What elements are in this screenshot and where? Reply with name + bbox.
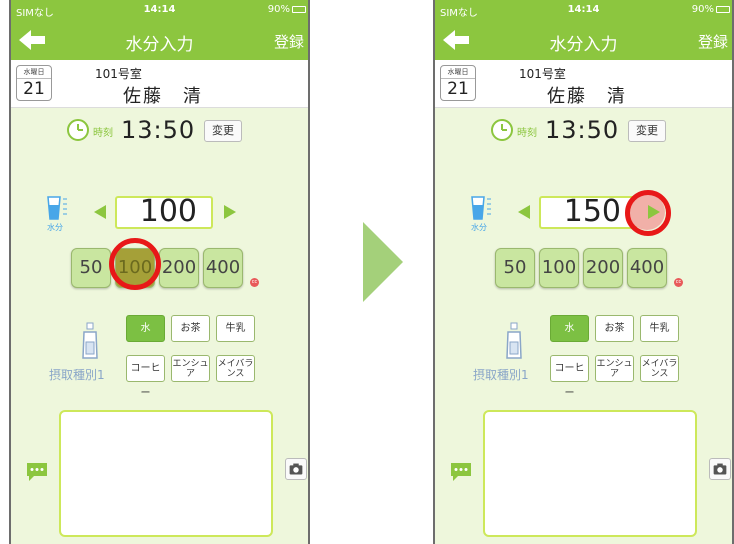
clock-icon (67, 119, 89, 141)
intake-type-label: 摂取種別1 (49, 368, 105, 382)
preset-200-button[interactable]: 200 (159, 248, 199, 288)
room-number: 101号室 (519, 67, 566, 81)
bottle-icon (506, 322, 522, 359)
change-time-button[interactable]: 変更 (204, 120, 242, 142)
resident-name: 佐藤 清 (123, 86, 203, 107)
clock-label: 14:14 (567, 4, 600, 15)
drink-coffee-button[interactable]: コーヒー (550, 355, 589, 399)
clear-badge[interactable]: cc (250, 278, 259, 287)
memo-textarea[interactable] (59, 410, 273, 537)
decrease-arrow-icon[interactable] (93, 204, 107, 220)
drink-meibalance-button[interactable]: メイバランス (640, 355, 679, 382)
drink-ensure-button[interactable]: エンシュア (595, 355, 634, 382)
time-row: 時刻 13:50 変更 (435, 116, 732, 146)
water-label: 水分 (47, 223, 63, 232)
drink-water-button[interactable]: 水 (550, 315, 589, 342)
tap-highlight-ring (109, 238, 161, 290)
increase-arrow-icon[interactable] (223, 204, 237, 220)
weekday-label: 水曜日 (17, 66, 51, 79)
page-title: 水分入力 (549, 35, 618, 55)
transition-arrow-icon (363, 222, 403, 302)
phone-screen-after: SIMなし 14:14 90% 水分入力 登録 水曜日 21 101号室 佐藤 … (433, 0, 734, 544)
drink-ensure-button[interactable]: エンシュア (171, 355, 210, 382)
nav-bar: 水分入力 登録 (435, 20, 732, 60)
day-number: 21 (447, 79, 469, 99)
register-button[interactable]: 登録 (274, 31, 304, 52)
intake-type-label: 摂取種別1 (473, 368, 529, 382)
tap-highlight-ring (625, 190, 671, 236)
battery-label: 90% (267, 4, 290, 15)
amount-field[interactable]: 100 (115, 196, 213, 229)
time-value: 13:50 (545, 116, 620, 144)
preset-50-button[interactable]: 50 (71, 248, 111, 288)
camera-icon[interactable] (285, 458, 307, 480)
time-row: 時刻 13:50 変更 (11, 116, 308, 146)
drink-meibalance-button[interactable]: メイバランス (216, 355, 255, 382)
status-bar: SIMなし 14:14 90% (435, 0, 732, 20)
battery-icon (292, 6, 306, 13)
phone-screen-before: SIMなし 14:14 90% 水分入力 登録 水曜日 21 101号室 佐藤 … (9, 0, 310, 544)
drink-water-button[interactable]: 水 (126, 315, 165, 342)
register-button[interactable]: 登録 (698, 31, 728, 52)
drink-tea-button[interactable]: お茶 (171, 315, 210, 342)
time-value: 13:50 (121, 116, 196, 144)
amount-field[interactable]: 150 (539, 196, 637, 229)
preset-400-button[interactable]: 400 (627, 248, 667, 288)
memo-textarea[interactable] (483, 410, 697, 537)
date-box: 水曜日 21 (440, 65, 476, 101)
camera-icon[interactable] (709, 458, 731, 480)
nav-bar: 水分入力 登録 (11, 20, 308, 60)
chat-bubble-icon[interactable] (25, 461, 49, 483)
date-box: 水曜日 21 (16, 65, 52, 101)
time-label: 時刻 (517, 128, 537, 139)
decrease-arrow-icon[interactable] (517, 204, 531, 220)
weekday-label: 水曜日 (441, 66, 475, 79)
battery-label: 90% (691, 4, 714, 15)
preset-50-button[interactable]: 50 (495, 248, 535, 288)
room-number: 101号室 (95, 67, 142, 81)
drink-coffee-button[interactable]: コーヒー (126, 355, 165, 399)
preset-100-button[interactable]: 100 (539, 248, 579, 288)
clock-label: 14:14 (143, 4, 176, 15)
clear-badge[interactable]: cc (674, 278, 683, 287)
water-label: 水分 (471, 223, 487, 232)
status-bar: SIMなし 14:14 90% (11, 0, 308, 20)
battery-icon (716, 6, 730, 13)
drink-milk-button[interactable]: 牛乳 (216, 315, 255, 342)
drink-tea-button[interactable]: お茶 (595, 315, 634, 342)
resident-header: 水曜日 21 101号室 佐藤 清 (11, 60, 308, 108)
drink-milk-button[interactable]: 牛乳 (640, 315, 679, 342)
clock-icon (491, 119, 513, 141)
day-number: 21 (23, 79, 45, 99)
time-label: 時刻 (93, 128, 113, 139)
preset-200-button[interactable]: 200 (583, 248, 623, 288)
change-time-button[interactable]: 変更 (628, 120, 666, 142)
preset-400-button[interactable]: 400 (203, 248, 243, 288)
page-title: 水分入力 (125, 35, 194, 55)
resident-header: 水曜日 21 101号室 佐藤 清 (435, 60, 732, 108)
chat-bubble-icon[interactable] (449, 461, 473, 483)
bottle-icon (82, 322, 98, 359)
resident-name: 佐藤 清 (547, 86, 627, 107)
